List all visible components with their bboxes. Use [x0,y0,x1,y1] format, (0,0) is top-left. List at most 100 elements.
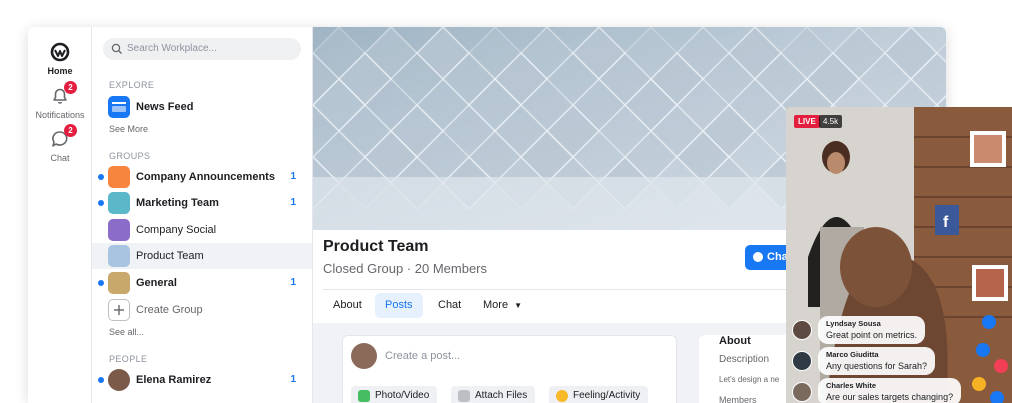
description-text: Let's design a ne [719,375,780,384]
sidebar-item-company-social[interactable]: Company Social [92,217,312,243]
tab-chat[interactable]: Chat [428,293,471,318]
like-reaction-icon [976,343,990,357]
avatar [108,369,130,391]
unread-count: 1 [290,277,296,288]
feeling-activity-label: Feeling/Activity [573,390,641,401]
comment-bubble: Charles White Are our sales targets chan… [818,378,962,403]
chat-badge: 2 [64,124,77,137]
members-label: Members [719,395,757,403]
group-thumbnail [108,272,130,294]
workplace-app-screenshot: Home 2 Notifications 2 Chat Search Workp… [0,0,1012,403]
sidebar-item-company-announcements[interactable]: Company Announcements 1 [92,164,312,190]
workplace-logo-icon [49,41,71,63]
sidebar-item-label: Company Announcements [136,171,275,183]
unread-dot [98,174,104,180]
file-icon [458,390,470,402]
rail-home[interactable]: Home [28,41,92,76]
create-group-button[interactable]: Create Group [92,297,312,323]
composer-input[interactable]: Create a post... [385,350,460,362]
feeling-activity-button[interactable]: Feeling/Activity [549,386,649,403]
avatar [792,351,812,371]
post-composer: Create a post... Photo/Video Attach File… [342,335,677,403]
sidebar-item-product-team[interactable]: Product Team [92,243,312,269]
avatar [792,320,812,340]
tab-posts[interactable]: Posts [375,293,423,318]
sidebar-item-label: Marketing Team [136,197,219,209]
group-title: Product Team [323,238,429,255]
people-label: PEOPLE [109,354,148,364]
wow-reaction-icon [972,377,986,391]
plus-icon [108,299,130,321]
search-input[interactable]: Search Workplace... [103,38,301,60]
avatar [792,382,812,402]
svg-text:f: f [943,214,949,231]
photo-video-button[interactable]: Photo/Video [351,386,438,403]
group-thumbnail [108,245,130,267]
rail-chat[interactable]: 2 Chat [28,124,92,163]
photo-video-label: Photo/Video [375,390,430,401]
unread-count: 1 [290,171,296,182]
attach-files-label: Attach Files [475,390,528,401]
tab-more[interactable]: More ▼ [473,293,532,318]
unread-count: 1 [290,197,296,208]
comment-bubble: Marco Giuditta Any questions for Sarah? [818,347,936,375]
unread-dot [98,377,104,383]
chat-bubble-icon: 2 [49,124,77,150]
sidebar-item-label: Company Social [136,224,217,236]
sidebar-item-marketing-team[interactable]: Marketing Team 1 [92,190,312,216]
nav-rail: Home 2 Notifications 2 Chat [28,27,92,403]
rail-chat-label: Chat [50,153,70,163]
comment-text: Great point on metrics. [826,330,918,340]
comment-bubble: Lyndsay Sousa Great point on metrics. [818,316,926,344]
group-thumbnail [108,166,130,188]
sidebar-item-label: Product Team [136,250,204,262]
about-heading: About [719,335,751,347]
comment-text: Any questions for Sarah? [826,361,928,371]
tab-more-label: More [483,299,509,311]
groups-label: GROUPS [109,151,151,161]
sidebar-item-news-feed[interactable]: News Feed [92,94,312,120]
notifications-badge: 2 [64,81,77,94]
like-reaction-icon [982,315,996,329]
comment-author: Charles White [826,381,877,390]
love-reaction-icon [994,359,1008,373]
group-thumbnail [108,192,130,214]
photo-icon [358,390,370,402]
comment-text: Are our sales targets changing? [826,392,954,402]
about-panel: About Description Let's design a ne Memb… [699,335,799,403]
like-reaction-icon [990,391,1004,403]
sidebar-item-label: News Feed [136,101,194,113]
group-thumbnail [108,219,130,241]
unread-dot [98,280,104,286]
sidebar-item-label: Elena Ramirez [136,374,212,386]
see-more-link[interactable]: See More [109,124,148,134]
attach-files-button[interactable]: Attach Files [451,386,536,403]
group-subtitle: Closed Group · 20 Members [323,261,488,276]
viewer-count: 4.5k [819,115,843,128]
sidebar-item-elena-ramirez[interactable]: Elena Ramirez 1 [92,367,312,393]
create-group-label: Create Group [136,304,203,316]
avatar [351,343,377,369]
tab-about[interactable]: About [323,293,372,318]
description-label: Description [719,354,770,365]
explore-label: EXPLORE [109,80,155,90]
bell-icon: 2 [49,81,77,107]
comment-author: Lyndsay Sousa [826,319,881,328]
search-icon [111,43,122,54]
rail-notifications[interactable]: 2 Notifications [28,81,92,120]
sidebar: Search Workplace... EXPLORE News Feed Se… [92,27,313,403]
sidebar-item-general[interactable]: General 1 [92,270,312,296]
smiley-icon [556,390,568,402]
live-badge: LIVE [794,115,820,128]
search-placeholder: Search Workplace... [127,43,217,54]
live-video-player[interactable]: f LIVE 4.5k Lyndsay Sousa Great point on… [786,107,1012,403]
see-all-link[interactable]: See all... [109,327,144,337]
rail-notifications-label: Notifications [35,110,85,120]
caret-down-icon: ▼ [514,301,523,310]
news-feed-icon [108,96,130,118]
comment-author: Marco Giuditta [826,350,879,359]
unread-count: 1 [290,374,296,385]
unread-dot [98,200,104,206]
sidebar-item-label: General [136,277,177,289]
rail-home-label: Home [47,66,73,76]
